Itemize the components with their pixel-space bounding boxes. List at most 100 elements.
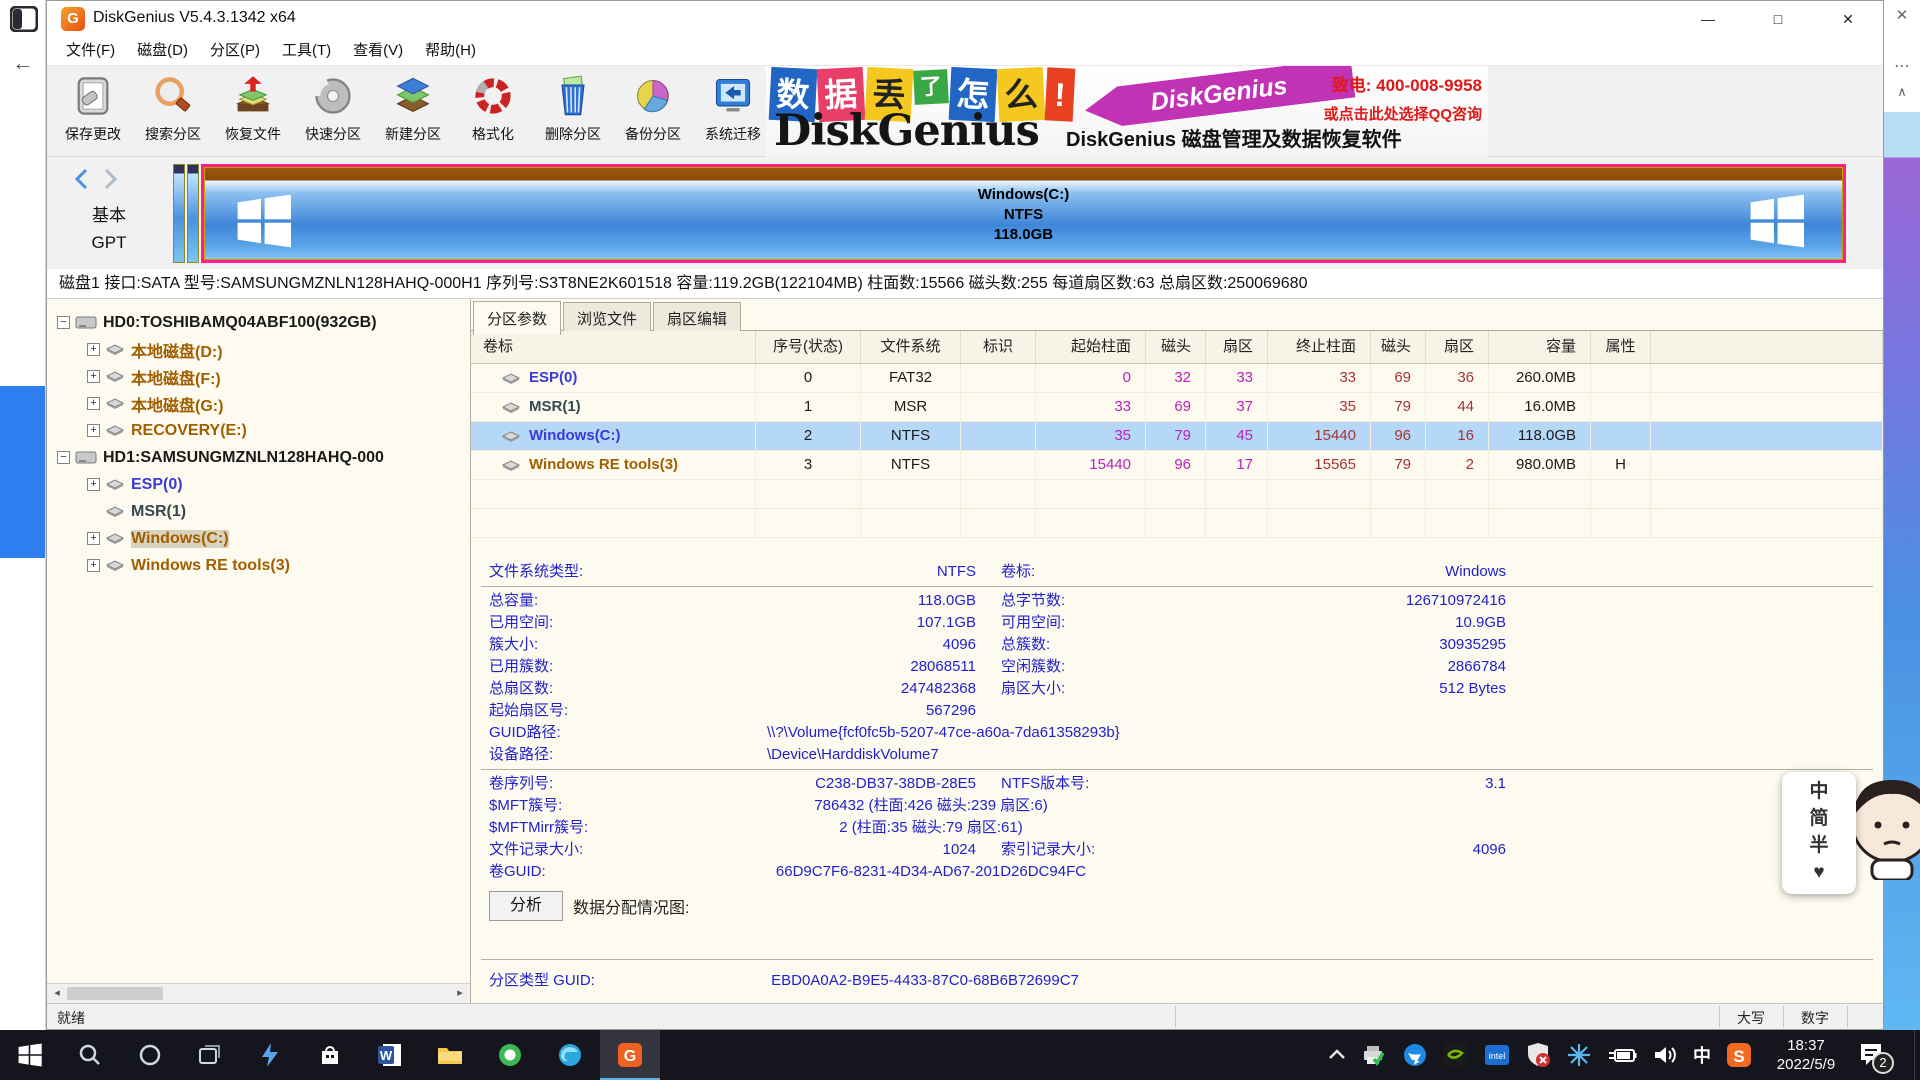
quick-partition-button[interactable]: 快速分区 [293, 70, 373, 154]
tray-intel[interactable]: intel [1484, 1042, 1510, 1068]
taskbar-app-diskgenius[interactable]: G [600, 1030, 660, 1080]
tree-item-5[interactable]: −HD1:SAMSUNGMZNLN128HAHQ-000 [47, 444, 470, 471]
expand-icon[interactable]: + [87, 343, 100, 356]
menu-item-2[interactable]: 分区(P) [199, 37, 271, 65]
tray-sogou[interactable]: S [1726, 1042, 1752, 1068]
show-desktop-button[interactable] [1914, 1030, 1920, 1080]
search-button[interactable] [60, 1030, 120, 1080]
tab-2[interactable]: 扇区编辑 [653, 302, 741, 334]
column-header-4[interactable]: 起始柱面 [1036, 331, 1146, 363]
save-changes-button[interactable]: 保存更改 [53, 70, 133, 154]
analyze-button[interactable]: 分析 [489, 891, 563, 921]
menu-item-5[interactable]: 帮助(H) [414, 37, 487, 65]
sidebar-window-icon[interactable] [10, 6, 38, 32]
column-header-10[interactable]: 容量 [1489, 331, 1591, 363]
column-header-3[interactable]: 标识 [961, 331, 1036, 363]
tray-chevron-up[interactable] [1328, 1048, 1346, 1062]
tree-item-8[interactable]: +Windows(C:) [47, 525, 470, 552]
column-header-6[interactable]: 扇区 [1206, 331, 1268, 363]
backup-partition-button[interactable]: 备份分区 [613, 70, 693, 154]
menu-item-3[interactable]: 工具(T) [271, 37, 342, 65]
ime-state-3[interactable]: ♥ [1782, 859, 1856, 886]
ime-state-2[interactable]: 半 [1782, 832, 1856, 859]
start-button[interactable] [0, 1030, 60, 1080]
pinned-app-store[interactable] [300, 1030, 360, 1080]
tray-ime-zh[interactable]: 中 [1693, 1042, 1711, 1068]
scroll-up-icon[interactable]: ∧ [1884, 84, 1920, 100]
more-options-icon[interactable]: ⋯ [1884, 56, 1920, 76]
scrollbar-track[interactable] [163, 984, 450, 1003]
pinned-app-browser360[interactable] [480, 1030, 540, 1080]
scrollbar-thumb[interactable] [67, 987, 163, 1000]
pinned-app-explorer[interactable] [420, 1030, 480, 1080]
table-row-3[interactable]: Windows RE tools(3)3NTFS1544096171556579… [471, 451, 1883, 480]
back-arrow-icon[interactable]: ← [12, 50, 34, 76]
menu-item-1[interactable]: 磁盘(D) [126, 37, 199, 65]
ime-state-1[interactable]: 简 [1782, 805, 1856, 832]
taskbar-clock[interactable]: 18:37 2022/5/9 [1758, 1036, 1854, 1074]
expand-icon[interactable]: + [87, 424, 100, 437]
prev-disk-arrow-icon[interactable] [71, 167, 93, 196]
table-row-2[interactable]: Windows(C:)2NTFS357945154409616118.0GB [471, 422, 1883, 451]
partition-sliver-esp[interactable] [173, 164, 185, 263]
expand-icon[interactable]: + [87, 559, 100, 572]
partition-box-windows-c[interactable]: Windows(C:) NTFS 118.0GB [201, 164, 1846, 263]
column-header-0[interactable]: 卷标 [471, 331, 756, 363]
tray-defender[interactable] [1525, 1042, 1551, 1068]
expand-icon[interactable]: + [87, 478, 100, 491]
maximize-button[interactable]: □ [1743, 1, 1813, 37]
pinned-app-lightning[interactable] [240, 1030, 300, 1080]
tray-volume[interactable] [1652, 1044, 1678, 1066]
tray-snowflake[interactable] [1566, 1042, 1592, 1068]
new-partition-button[interactable]: 新建分区 [373, 70, 453, 154]
expand-icon[interactable]: + [87, 370, 100, 383]
ime-state-0[interactable]: 中 [1782, 778, 1856, 805]
task-view-button[interactable] [180, 1030, 240, 1080]
tree-item-0[interactable]: −HD0:TOSHIBAMQ04ABF100(932GB) [47, 309, 470, 336]
column-header-2[interactable]: 文件系统 [861, 331, 961, 363]
pinned-app-word[interactable]: W [360, 1030, 420, 1080]
tree-item-9[interactable]: +Windows RE tools(3) [47, 552, 470, 579]
column-header-9[interactable]: 扇区 [1426, 331, 1489, 363]
tree-item-6[interactable]: +ESP(0) [47, 471, 470, 498]
close-button[interactable]: ✕ [1813, 1, 1883, 37]
partition-sliver-msr[interactable] [187, 164, 199, 263]
expand-icon[interactable]: + [87, 397, 100, 410]
banner-qq-link[interactable]: 或点击此处选择QQ咨询 [1324, 103, 1482, 124]
cortana-button[interactable] [120, 1030, 180, 1080]
menu-item-4[interactable]: 查看(V) [342, 37, 414, 65]
ad-banner[interactable]: 数据丢了怎么! DiskGenius DiskGenius 致电: 400-00… [766, 66, 1488, 157]
tray-nvidia[interactable] [1443, 1042, 1469, 1068]
tab-1[interactable]: 浏览文件 [563, 302, 651, 334]
tree-item-7[interactable]: MSR(1) [47, 498, 470, 525]
system-migration-button[interactable]: 系统迁移 [693, 70, 773, 154]
tray-dingtalk[interactable] [1402, 1042, 1428, 1068]
tree-item-2[interactable]: +本地磁盘(F:) [47, 363, 470, 390]
column-header-5[interactable]: 磁头 [1146, 331, 1206, 363]
delete-partition-button[interactable]: 删除分区 [533, 70, 613, 154]
minimize-button[interactable]: — [1673, 1, 1743, 37]
recover-files-button[interactable]: 恢复文件 [213, 70, 293, 154]
column-header-11[interactable]: 属性 [1591, 331, 1651, 363]
tree-item-1[interactable]: +本地磁盘(D:) [47, 336, 470, 363]
secondary-close-icon[interactable]: ✕ [1884, 6, 1920, 24]
collapse-icon[interactable]: − [57, 316, 70, 329]
pinned-app-edge[interactable] [540, 1030, 600, 1080]
tree-item-3[interactable]: +本地磁盘(G:) [47, 390, 470, 417]
notification-badge[interactable]: 2 [1872, 1052, 1894, 1074]
menu-item-0[interactable]: 文件(F) [55, 37, 126, 65]
column-header-8[interactable]: 磁头 [1371, 331, 1426, 363]
expand-icon[interactable]: + [87, 532, 100, 545]
column-header-7[interactable]: 终止柱面 [1268, 331, 1371, 363]
tab-0[interactable]: 分区参数 [473, 301, 561, 335]
next-disk-arrow-icon[interactable] [99, 167, 121, 196]
scroll-right-icon[interactable]: ▸ [450, 984, 470, 1003]
tree-item-4[interactable]: +RECOVERY(E:) [47, 417, 470, 444]
column-header-12[interactable] [1651, 331, 1883, 363]
table-row-0[interactable]: ESP(0)0FAT3203233336936260.0MB [471, 364, 1883, 393]
column-header-1[interactable]: 序号(状态) [756, 331, 861, 363]
search-partition-button[interactable]: 搜索分区 [133, 70, 213, 154]
table-row-1[interactable]: MSR(1)1MSR33693735794416.0MB [471, 393, 1883, 422]
collapse-icon[interactable]: − [57, 451, 70, 464]
scroll-left-icon[interactable]: ◂ [47, 984, 67, 1003]
